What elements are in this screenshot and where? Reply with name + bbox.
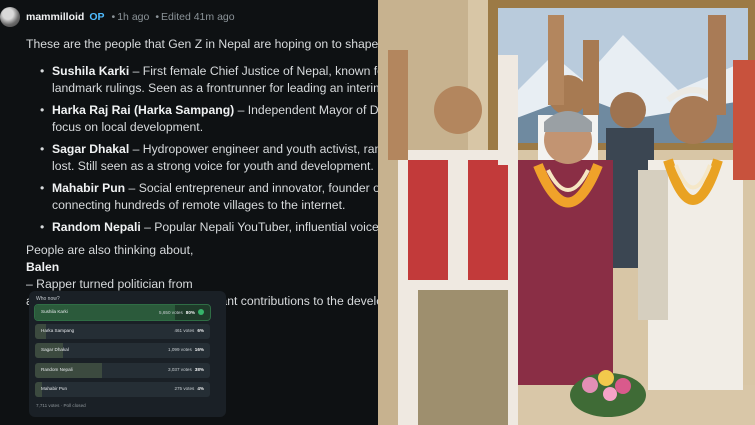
op-badge: OP xyxy=(89,11,105,23)
poll-option-label: Mahabir Pun xyxy=(41,385,68,391)
poll-footer: 7,711 votes · Poll closed xyxy=(36,403,86,408)
person-desc: – Popular Nepali YouTuber, influential v… xyxy=(140,220,378,234)
edited-time: Edited 41m ago xyxy=(161,11,235,23)
poll-option-votes: 3,037 votes xyxy=(168,366,192,372)
bullet: • xyxy=(40,181,45,195)
post-meta: mammilloid OP • 1h ago • Edited 41m ago xyxy=(0,4,235,30)
poll-option: Mahabir Pun 275 votes 4% xyxy=(35,381,210,397)
poll-option: Random Nepali 3,037 votes 38% xyxy=(35,362,210,378)
people-list: • Sushila Karki – First female Chief Jus… xyxy=(26,63,378,236)
poll-option-percent: 80% xyxy=(185,310,195,315)
person-name: Mahabir Pun xyxy=(52,181,126,195)
list-item: • Random Nepali – Popular Nepali YouTube… xyxy=(40,219,378,236)
post-intro: These are the people that Gen Z in Nepal… xyxy=(26,37,378,51)
poll-option: Harka Sampang 461 votes 6% xyxy=(35,324,210,340)
person-desc: – Social entrepreneur and innovator, fou… xyxy=(125,181,378,195)
poll-option-stat: 1,099 votes 16% xyxy=(168,347,204,352)
person-name: Harka Raj Rai (Harka Sampang) xyxy=(52,103,235,117)
poll-option-stat: 5,650 votes 80% xyxy=(159,309,204,315)
poll-option-percent: 6% xyxy=(197,328,204,334)
person-desc-cont: focus on local development. xyxy=(52,120,204,134)
poll-option-stat: 3,037 votes 38% xyxy=(168,367,204,372)
bullet: • xyxy=(40,220,45,234)
closing-prefix: People are also thinking about, xyxy=(26,243,194,257)
post-time: 1h ago xyxy=(117,11,150,23)
list-item: • Mahabir Pun – Social entrepreneur and … xyxy=(40,180,378,214)
person-name: Sagar Dhakal xyxy=(52,142,130,156)
person-desc-cont: landmark rulings. Seen as a frontrunner … xyxy=(52,81,378,95)
list-item: • Sagar Dhakal – Hydropower engineer and… xyxy=(40,141,378,175)
checkmark-icon xyxy=(198,309,204,315)
separator: • xyxy=(155,11,160,23)
poll-option-label: Random Nepali xyxy=(41,366,73,372)
poll-option-percent: 16% xyxy=(194,347,204,353)
person-desc: – Independent Mayor of Dha xyxy=(234,103,378,117)
user-avatar[interactable] xyxy=(0,7,20,27)
username-link[interactable]: mammilloid xyxy=(26,11,84,23)
poll-option-label: Sushila Karki xyxy=(41,309,68,314)
poll-option-votes: 461 votes xyxy=(174,328,195,334)
poll-option-votes: 5,650 votes xyxy=(159,310,183,315)
reddit-post-panel: mammilloid OP • 1h ago • Edited 41m ago … xyxy=(0,0,378,425)
news-photo xyxy=(378,0,755,425)
poll-option-stat: 275 votes 4% xyxy=(174,386,204,391)
poll-option-votes: 1,099 votes xyxy=(168,347,192,353)
person-desc: – Hydropower engineer and youth activist… xyxy=(129,142,378,156)
closing-name: Balen xyxy=(26,260,60,274)
poll-option-label: Harka Sampang xyxy=(41,328,75,334)
poll-option: Sagar Dhakal 1,099 votes 16% xyxy=(35,343,210,359)
person-name: Random Nepali xyxy=(52,220,141,234)
person-desc-cont: connecting hundreds of remote villages t… xyxy=(52,198,346,212)
bullet: • xyxy=(40,142,45,156)
poll-option-percent: 38% xyxy=(194,366,204,372)
separator: • xyxy=(111,11,116,23)
person-desc: – First female Chief Justice of Nepal, k… xyxy=(129,64,378,78)
post-body: These are the people that Gen Z in Nepal… xyxy=(26,36,378,310)
bullet: • xyxy=(40,103,45,117)
poll-title: Who now? xyxy=(36,296,60,302)
poll-card: Who now? Sushila Karki 5,650 votes 80% Hark… xyxy=(29,291,226,417)
poll-option-label: Sagar Dhakal xyxy=(41,347,69,353)
poll-option: Sushila Karki 5,650 votes 80% xyxy=(34,304,211,321)
poll-option-percent: 4% xyxy=(197,385,204,391)
list-item: • Harka Raj Rai (Harka Sampang) – Indepe… xyxy=(40,102,378,136)
poll-option-votes: 275 votes xyxy=(174,385,195,391)
person-name: Sushila Karki xyxy=(52,64,130,78)
poll-option-stat: 461 votes 6% xyxy=(174,328,204,333)
list-item: • Sushila Karki – First female Chief Jus… xyxy=(40,63,378,97)
person-desc-cont: lost. Still seen as a strong voice for y… xyxy=(52,159,374,173)
bullet: • xyxy=(40,64,45,78)
